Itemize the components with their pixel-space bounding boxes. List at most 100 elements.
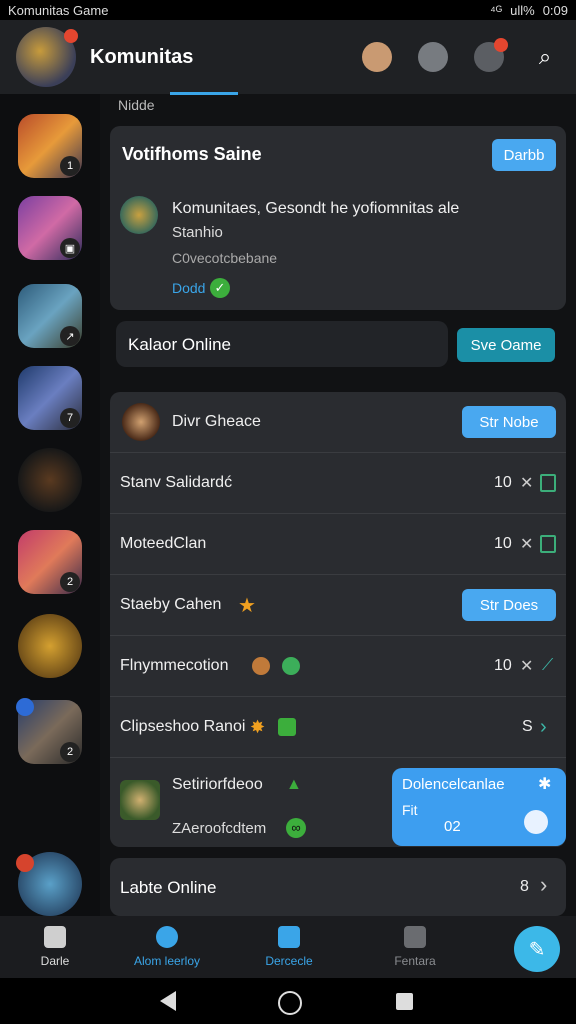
app-bar: Komunitas ⌕ [0, 20, 576, 94]
server-icon[interactable]: 2 [18, 530, 82, 594]
infinity-icon: ∞ [286, 818, 306, 838]
nav-profile[interactable]: Fentara [360, 926, 470, 968]
link-icon[interactable]: ⟋ [542, 657, 553, 675]
server-count: ↗ [60, 326, 80, 346]
row-value: 10 [494, 474, 512, 491]
popup-card[interactable]: Dolencelcanlae ✱ Fit 02 [392, 768, 566, 846]
card-action-button[interactable]: Darbb [492, 139, 556, 171]
list-header-button[interactable]: Str Nobe [462, 406, 556, 438]
nav-label: Darle [40, 954, 70, 968]
chat-icon[interactable] [474, 38, 508, 72]
message-icon[interactable] [524, 810, 548, 834]
nav-discover[interactable]: Dercecle [234, 926, 344, 968]
status-bar: Komunitas Game ⁴ᴳ ull% 0:09 [0, 0, 576, 20]
row-value: 10 [494, 535, 512, 552]
section-label: Nidde [118, 97, 155, 113]
activity-icon [156, 926, 178, 948]
community-logo[interactable] [16, 27, 78, 87]
row-action-button[interactable]: Str Does [462, 589, 556, 621]
save-game-button[interactable]: Sve Oame [457, 328, 555, 362]
close-icon[interactable]: ✕ [520, 534, 533, 554]
recents-icon[interactable] [396, 993, 413, 1010]
online-bar: Kalaor Online [116, 321, 448, 367]
server-count: 2 [60, 572, 80, 592]
row-name: Clipseshoo Ranoi [120, 718, 246, 735]
server-icon[interactable]: ▣ [18, 196, 82, 260]
list-row[interactable]: Staeby Cahen ★ Str Does [110, 575, 566, 636]
server-rail: 1 ▣ ↗ 7 2 2 [0, 94, 100, 916]
close-icon[interactable]: ✕ [520, 656, 533, 676]
list-row[interactable]: Flnymmecotion 10 ✕ ⟋ [110, 636, 566, 697]
settings-icon[interactable]: ✱ [538, 774, 551, 794]
member-name: Divr Gheace [172, 413, 261, 430]
online-members-label: Labte Online [120, 878, 217, 897]
chat-badge [494, 38, 508, 52]
online-label: Kalaor Online [128, 335, 232, 354]
home-circle-icon[interactable] [278, 991, 302, 1015]
feature-card: Votifhoms Saine Darbb Komunitaes, Gesond… [110, 126, 566, 310]
server-icon[interactable]: ↗ [18, 284, 82, 348]
server-icon[interactable]: 7 [18, 366, 82, 430]
battery-text: ull% [510, 2, 535, 18]
server-icon[interactable]: 1 [18, 114, 82, 178]
list-row[interactable]: Stanv Salidardć 10 ✕ [110, 453, 566, 514]
list-row[interactable]: Clipseshoo Ranoi ✸ S › [110, 697, 566, 758]
status-app-name: Komunitas Game [8, 2, 109, 18]
nav-label: Alom leerloy [133, 954, 201, 968]
nav-label: Dercecle [265, 954, 313, 968]
online-members-card[interactable]: Labte Online 8 › [110, 858, 566, 916]
bottom-nav: Darle Alom leerloy Dercecle Fentara [0, 916, 576, 978]
check-icon: ✓ [210, 278, 230, 298]
chevron-right-icon[interactable]: › [540, 716, 547, 739]
unread-badge [16, 854, 34, 872]
star-icon: ★ [238, 594, 256, 617]
chevron-right-icon[interactable]: › [540, 872, 547, 898]
list-header-row[interactable]: Divr Gheace Str Nobe [110, 392, 566, 453]
gift-icon [278, 718, 296, 736]
nav-activity[interactable]: Alom leerloy [112, 926, 222, 968]
card-title: Votifhoms Saine [122, 144, 262, 164]
popup-title: Dolencelcanlae [402, 776, 505, 793]
copy-icon[interactable] [540, 535, 556, 553]
compose-fab[interactable]: ✎ [514, 926, 560, 972]
system-nav-bar [0, 978, 576, 1024]
nav-home[interactable]: Darle [0, 926, 110, 968]
online-members-count: 8 [520, 878, 529, 895]
profile-icon [404, 926, 426, 948]
active-tab-indicator [170, 92, 238, 95]
copy-icon[interactable] [540, 474, 556, 492]
card-message-line2: Stanhio [172, 224, 223, 241]
friend-icon[interactable] [362, 42, 392, 72]
row-name: Flnymmecotion [120, 657, 229, 674]
member-avatar [120, 780, 160, 820]
card-subtext: C0vecotcbebane [172, 250, 278, 266]
row-name: Stanv Salidardć [120, 474, 233, 491]
server-count: 1 [60, 156, 80, 176]
server-icon[interactable] [18, 614, 82, 678]
unread-badge [16, 698, 34, 716]
card-message: Komunitaes, Gesondt he yofiomnitas ale [172, 200, 460, 217]
popup-value: 02 [444, 818, 461, 835]
emoji-icon [252, 657, 270, 675]
user-avatar [120, 196, 158, 234]
leaf-icon [282, 657, 300, 675]
server-icon[interactable] [18, 448, 82, 512]
server-count: 7 [60, 408, 80, 428]
row-name: Setiriorfdeoo [172, 776, 263, 793]
server-count: 2 [60, 742, 80, 762]
back-icon[interactable] [160, 991, 176, 1011]
row-value: S [522, 718, 533, 735]
search-icon[interactable]: ⌕ [530, 44, 560, 70]
status-time: 0:09 [542, 2, 568, 18]
card-status: Dodd [172, 280, 206, 296]
ghost-icon[interactable] [418, 42, 448, 72]
close-icon[interactable]: ✕ [520, 473, 533, 493]
row-value: 10 [494, 657, 512, 674]
row-name: Staeby Cahen [120, 596, 222, 613]
upload-icon: ▲ [286, 776, 302, 793]
list-row[interactable]: MoteedClan 10 ✕ [110, 514, 566, 575]
nav-label: Fentara [394, 954, 436, 968]
member-avatar [122, 403, 160, 441]
server-count: ▣ [60, 238, 80, 258]
app-title: Komunitas [90, 45, 194, 68]
